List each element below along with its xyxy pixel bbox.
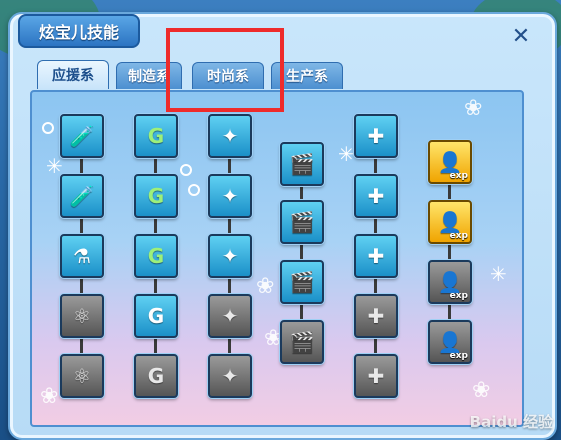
- gray-star-badge-icon-glyph: ✦: [221, 304, 239, 328]
- close-icon[interactable]: ✕: [510, 26, 532, 48]
- medical-plus-2-icon-glyph: ✚: [367, 184, 385, 208]
- medical-kit-icon[interactable]: ✚: [354, 234, 398, 278]
- sparkle-decoration: ✳: [338, 142, 355, 166]
- gray-exp-person-2-icon-glyph: 👤: [437, 330, 463, 354]
- tab-support[interactable]: 应援系: [37, 60, 109, 89]
- gray-clapboard-icon-glyph: 🎬: [289, 330, 315, 354]
- flower-decoration: ❀: [464, 96, 483, 121]
- gray-medical-kit-icon-glyph: ✚: [367, 304, 385, 328]
- medical-plus-2-icon[interactable]: ✚: [354, 174, 398, 218]
- g-coin-pile-icon[interactable]: G: [134, 234, 178, 278]
- gray-coins-icon-glyph: G: [147, 364, 165, 388]
- exp-label: exp: [449, 291, 468, 301]
- g-coin-pile-icon-glyph: G: [147, 244, 165, 268]
- orange-clapboard-icon-glyph: 🎬: [289, 270, 315, 294]
- skill-tree-area: ❀ ❀ ❀ ❀ ❀ ✳ ✳ ✳ 🧪 🧪 ⚗ ⚛ ⚛ G G G G G ✦ ✦ ✦ ✦ ✦ 🎬 🎬 🎬 🎬 ✚ ✚ ✚ ✚ ✚…: [30, 90, 524, 427]
- gray-medical-kit-2-icon[interactable]: ✚: [354, 354, 398, 398]
- molecule-cluster-icon[interactable]: ⚛: [60, 354, 104, 398]
- gray-star-badge-2-icon[interactable]: ✦: [208, 354, 252, 398]
- gold-exp-person-icon[interactable]: 👤 exp: [428, 140, 472, 184]
- sparkle-decoration: ✳: [490, 262, 507, 286]
- molecule-icon-glyph: ⚛: [73, 304, 91, 328]
- gold-exp-person-2-icon-glyph: 👤: [437, 210, 463, 234]
- g-coins-icon-glyph: G: [147, 184, 165, 208]
- molecule-cluster-icon-glyph: ⚛: [73, 364, 91, 388]
- g-coins-icon[interactable]: G: [134, 174, 178, 218]
- flasks-icon-glyph: ⚗: [73, 244, 91, 268]
- flasks-icon[interactable]: ⚗: [60, 234, 104, 278]
- molecule-icon[interactable]: ⚛: [60, 294, 104, 338]
- gray-exp-person-icon[interactable]: 👤 exp: [428, 260, 472, 304]
- orange-coins-icon[interactable]: G: [134, 294, 178, 338]
- silver-star-badge-2-icon-glyph: ✦: [221, 244, 239, 268]
- flower-decoration: ❀: [256, 274, 275, 299]
- silver-star-badge-2-icon[interactable]: ✦: [208, 234, 252, 278]
- gold-exp-person-icon-glyph: 👤: [437, 150, 463, 174]
- tab-fashion[interactable]: 时尚系: [192, 62, 264, 89]
- green-clapboard-icon-glyph: 🎬: [289, 152, 315, 176]
- gray-star-badge-2-icon-glyph: ✦: [221, 364, 239, 388]
- silver-star-badge-icon-glyph: ✦: [221, 184, 239, 208]
- test-tube-icon[interactable]: 🧪: [60, 114, 104, 158]
- bubble-decoration: [180, 164, 192, 176]
- g-coin-icon[interactable]: G: [134, 114, 178, 158]
- green-star-badge-icon-glyph: ✦: [221, 124, 239, 148]
- bubble-decoration: [188, 184, 200, 196]
- orange-coins-icon-glyph: G: [147, 304, 165, 328]
- medical-kit-icon-glyph: ✚: [367, 244, 385, 268]
- exp-label: exp: [449, 231, 468, 241]
- gray-exp-person-icon-glyph: 👤: [437, 270, 463, 294]
- watermark: Baidu 经验: [469, 413, 553, 431]
- gray-medical-kit-icon[interactable]: ✚: [354, 294, 398, 338]
- orange-clapboard-icon[interactable]: 🎬: [280, 260, 324, 304]
- test-tube-icon-glyph: 🧪: [69, 124, 95, 148]
- medical-plus-icon[interactable]: ✚: [354, 114, 398, 158]
- gray-clapboard-icon[interactable]: 🎬: [280, 320, 324, 364]
- silver-star-badge-icon[interactable]: ✦: [208, 174, 252, 218]
- flower-decoration: ❀: [472, 378, 491, 403]
- blue-clapboard-icon-glyph: 🎬: [289, 210, 315, 234]
- exp-label: exp: [449, 351, 468, 361]
- exp-label: exp: [449, 171, 468, 181]
- bubble-decoration: [42, 122, 54, 134]
- test-tubes-icon[interactable]: 🧪: [60, 174, 104, 218]
- window-title: 炫宝儿技能: [18, 14, 140, 48]
- gold-exp-person-2-icon[interactable]: 👤 exp: [428, 200, 472, 244]
- tab-manufacture[interactable]: 制造系: [116, 62, 182, 89]
- green-clapboard-icon[interactable]: 🎬: [280, 142, 324, 186]
- medical-plus-icon-glyph: ✚: [367, 124, 385, 148]
- gray-medical-kit-2-icon-glyph: ✚: [367, 364, 385, 388]
- gray-exp-person-2-icon[interactable]: 👤 exp: [428, 320, 472, 364]
- g-coin-icon-glyph: G: [147, 124, 165, 148]
- tab-production[interactable]: 生产系: [271, 62, 343, 89]
- gray-star-badge-icon[interactable]: ✦: [208, 294, 252, 338]
- gray-coins-icon[interactable]: G: [134, 354, 178, 398]
- test-tubes-icon-glyph: 🧪: [69, 184, 95, 208]
- flower-decoration: ❀: [40, 384, 59, 409]
- blue-clapboard-icon[interactable]: 🎬: [280, 200, 324, 244]
- green-star-badge-icon[interactable]: ✦: [208, 114, 252, 158]
